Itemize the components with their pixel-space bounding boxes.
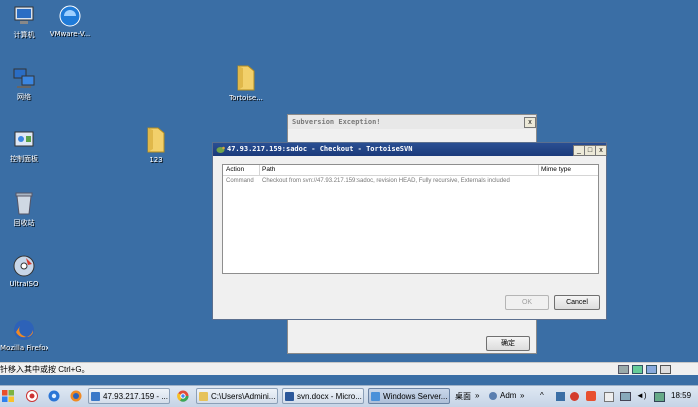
column-header-mime-type[interactable]: Mime type (541, 165, 597, 175)
network-icon (13, 68, 35, 88)
row-action: Command (226, 178, 254, 184)
word-icon (285, 392, 294, 401)
exception-dialog-title: Subversion Exception! (292, 118, 381, 126)
tray-expand-icon[interactable]: » (520, 391, 524, 400)
column-header-path[interactable]: Path (262, 165, 539, 175)
row-path: Checkout from svn://47.93.217.159:sadoc,… (262, 178, 510, 184)
firefox-taskbar-icon[interactable] (70, 390, 82, 402)
chrome-icon[interactable] (177, 390, 189, 402)
tray-app-icon[interactable] (556, 392, 565, 401)
exception-dialog-titlebar[interactable]: Subversion Exception! (288, 115, 536, 129)
tray-network-icon[interactable] (654, 392, 665, 402)
checkout-log-list[interactable]: Action Path Mime type Command Checkout f… (222, 164, 599, 274)
taskbar-window-remote[interactable]: 47.93.217.159 - ... (88, 388, 170, 404)
taskbar-window-label: 47.93.217.159 - ... (103, 392, 168, 401)
taskbar-window-word[interactable]: svn.docx - Micro... (282, 388, 364, 404)
tray-clock[interactable]: 18:59 (671, 391, 691, 400)
firefox-icon (14, 320, 34, 340)
checkout-dialog-title: 47.93.217.159:sadoc - Checkout - Tortois… (227, 145, 413, 153)
ie-status-strip: 针移入其中或按 Ctrl+G。 (0, 362, 698, 375)
remote-desktop-icon (91, 392, 100, 401)
desktop-icon-folder-123[interactable]: 123 (132, 126, 180, 164)
layout-icon[interactable] (646, 365, 657, 374)
desktop-icon-ultraiso[interactable]: UltraISO (0, 254, 48, 288)
taskbar-window-label: C:\Users\Admini... (211, 392, 276, 401)
list-header: Action Path Mime type (223, 165, 598, 176)
tray-show-hidden-icon[interactable]: ^ (540, 391, 544, 400)
tray-user-label[interactable]: Adm (500, 391, 516, 400)
tortoisesvn-icon (216, 146, 225, 153)
tray-sogou-icon[interactable] (586, 391, 596, 401)
tray-security-icon[interactable] (570, 392, 579, 401)
taskbar-window-label: svn.docx - Micro... (297, 392, 362, 401)
tray-flag-icon[interactable] (604, 392, 614, 402)
taskbar-window-explorer[interactable]: C:\Users\Admini... (196, 388, 278, 404)
tray-user-icon[interactable] (489, 392, 497, 400)
tray-arrow-icon[interactable]: » (475, 391, 479, 400)
desktop-icon-computer[interactable]: 计算机 (0, 4, 48, 40)
taskbar-window-label: Windows Server... (383, 392, 448, 401)
checkout-dialog-titlebar[interactable]: 47.93.217.159:sadoc - Checkout - Tortois… (213, 143, 606, 156)
vmware-icon (59, 5, 81, 27)
start-icon[interactable] (2, 390, 14, 402)
column-header-action[interactable]: Action (226, 165, 260, 175)
desktop-icon-control-panel[interactable]: 控制面板 (0, 128, 48, 164)
printer-icon[interactable] (618, 365, 629, 374)
taskbar-window-server[interactable]: Windows Server... (368, 388, 450, 404)
desktop-icon-firefox[interactable]: Mozilla Firefox (0, 318, 48, 352)
taskbar: 47.93.217.159 - ... C:\Users\Admini... s… (0, 385, 698, 407)
exception-ok-button[interactable]: 确定 (486, 336, 530, 351)
tray-monitor-icon[interactable] (620, 392, 631, 401)
desktop-icon-recycle-bin[interactable]: 回收站 (0, 190, 48, 228)
control-panel-icon (14, 131, 34, 147)
desktop-icon-network[interactable]: 网络 (0, 66, 48, 102)
checkout-close-button[interactable]: x (595, 145, 607, 156)
ultraiso-icon (13, 255, 35, 277)
ie-icon[interactable] (48, 390, 60, 402)
network-status-icon[interactable] (632, 365, 643, 374)
computer-icon (14, 6, 34, 24)
checkout-cancel-button[interactable]: Cancel (554, 295, 600, 310)
checkout-dialog: 47.93.217.159:sadoc - Checkout - Tortois… (212, 142, 607, 320)
exception-close-button[interactable]: x (524, 117, 536, 128)
ie-status-text: 针移入其中或按 Ctrl+G。 (0, 365, 90, 374)
recycle-bin-icon (15, 192, 33, 215)
desktop: 计算机 VMware-V... 网络 Tortoise... 控制面板 123 … (0, 0, 698, 362)
checkout-ok-button[interactable]: OK (505, 295, 549, 310)
desktop-icon-tortoise-folder[interactable]: Tortoise... (222, 64, 270, 102)
ie-status-icons (618, 365, 694, 374)
tray-volume-icon[interactable]: ◄) (636, 391, 647, 400)
table-row[interactable]: Command Checkout from svn://47.93.217.15… (223, 177, 598, 186)
desktop-icon-vmware[interactable]: VMware-V... (44, 4, 96, 38)
fullscreen-icon[interactable] (660, 365, 671, 374)
folder-taskbar-icon (199, 392, 208, 401)
folder-icon (147, 127, 165, 153)
folder-icon (237, 65, 255, 91)
tray-desktop-label[interactable]: 桌面 (455, 391, 471, 402)
windows-server-icon (371, 392, 380, 401)
browser-icon[interactable] (26, 390, 38, 402)
